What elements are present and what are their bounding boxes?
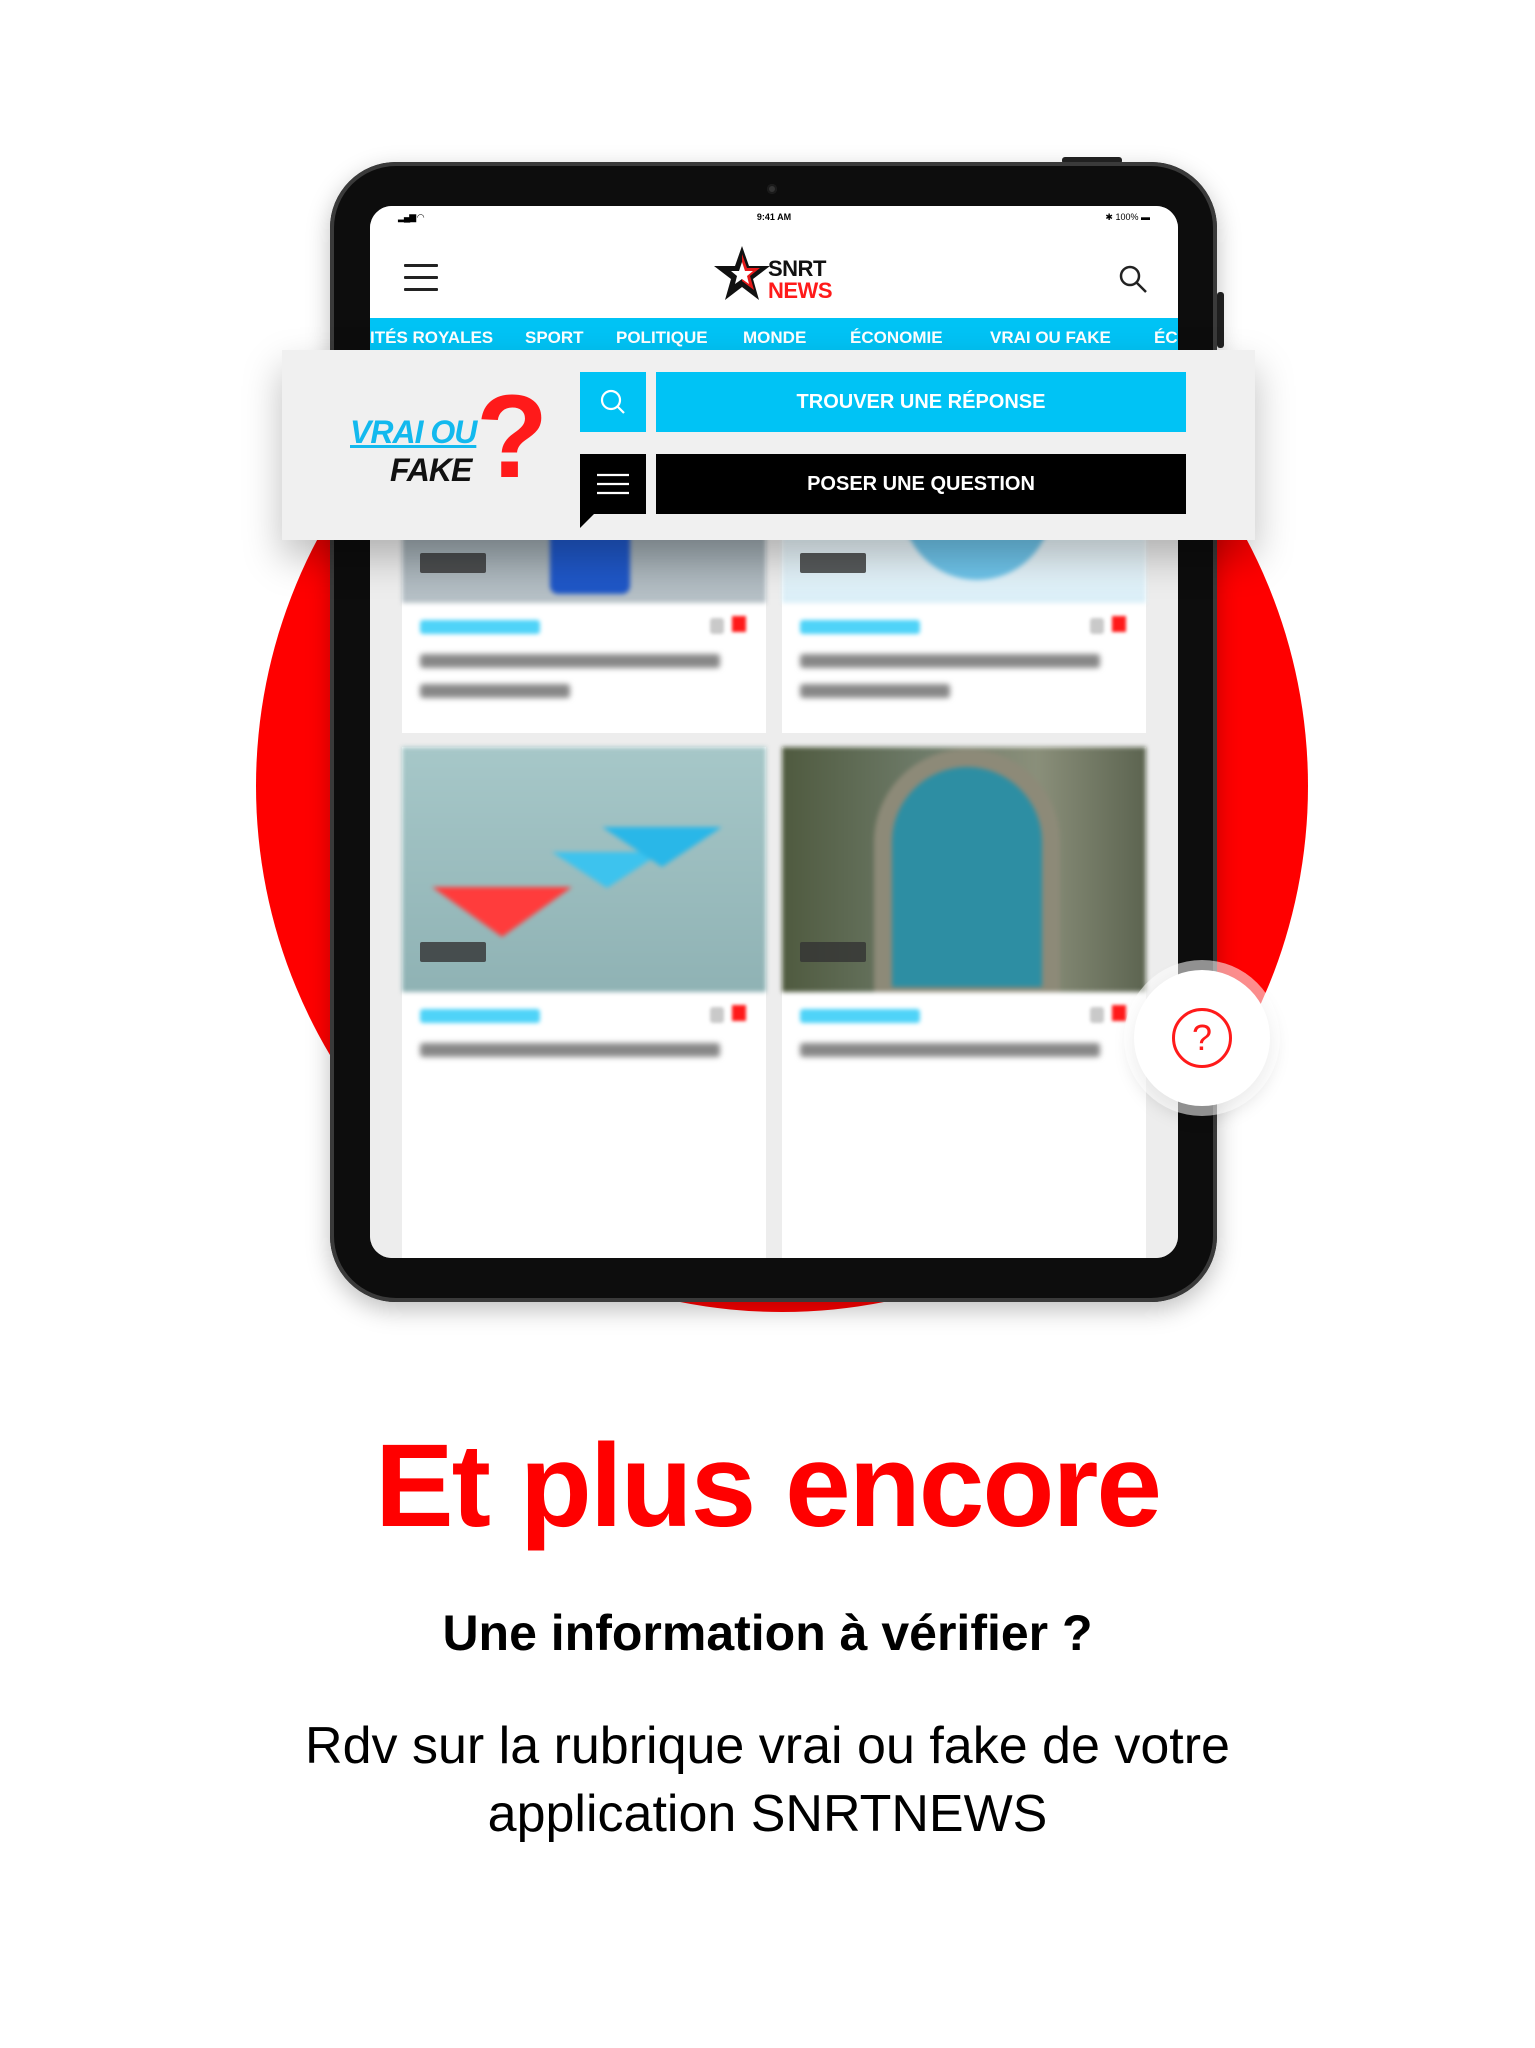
article-kicker bbox=[420, 620, 540, 634]
duration-badge bbox=[800, 942, 866, 962]
question-mark-icon: ? bbox=[476, 371, 549, 503]
bookmark-icon[interactable] bbox=[732, 616, 746, 632]
article-title-line bbox=[800, 1043, 1100, 1057]
vrai-ou-fake-panel: VRAI OU FAKE ? TROUVER UNE RÉPONSE POSER… bbox=[282, 350, 1255, 540]
duration-badge bbox=[420, 942, 486, 962]
share-icon[interactable] bbox=[710, 1007, 724, 1023]
status-time: 9:41 AM bbox=[756, 212, 792, 222]
promo-subheadline: Une information à vérifier ? bbox=[442, 1605, 1093, 1661]
app-header: SNRT NEWS bbox=[370, 228, 1178, 318]
question-circle-icon: ? bbox=[1172, 1008, 1232, 1068]
battery-percent: 100% bbox=[1115, 212, 1139, 222]
menu-icon[interactable] bbox=[404, 264, 438, 291]
duration-badge bbox=[800, 553, 866, 573]
search-icon bbox=[600, 389, 625, 414]
bookmark-icon[interactable] bbox=[1112, 1005, 1126, 1021]
share-icon[interactable] bbox=[1090, 618, 1104, 634]
share-icon[interactable] bbox=[710, 618, 724, 634]
bookmark-icon[interactable] bbox=[732, 1005, 746, 1021]
logo-line1: VRAI OU bbox=[350, 414, 477, 450]
snrt-news-logo[interactable]: SNRT NEWS bbox=[710, 238, 850, 308]
battery-indicator: ✱ 100% ▬ bbox=[1105, 212, 1150, 222]
duration-badge bbox=[420, 553, 486, 573]
article-title-line bbox=[800, 654, 1100, 668]
article-title-line bbox=[800, 684, 950, 698]
brand-line1: SNRT bbox=[768, 256, 826, 281]
promo-body: Rdv sur la rubrique vrai ou fake de votr… bbox=[305, 1717, 1230, 1843]
ask-question-icon-button[interactable] bbox=[580, 454, 646, 528]
star-logo-icon bbox=[714, 246, 770, 300]
article-title-line bbox=[420, 654, 720, 668]
tablet-side-button bbox=[1217, 292, 1224, 348]
article-kicker bbox=[800, 1009, 920, 1023]
search-icon[interactable] bbox=[1118, 264, 1148, 294]
article-card[interactable] bbox=[782, 747, 1146, 1258]
article-kicker bbox=[800, 620, 920, 634]
ask-question-button[interactable]: POSER UNE QUESTION bbox=[656, 454, 1186, 514]
tablet-device: ▂▄▆ ◠ 9:41 AM ✱ 100% ▬ SNRT NEWS ITÉS RO… bbox=[330, 162, 1217, 1302]
logo-line2: FAKE bbox=[390, 452, 472, 488]
article-title-line bbox=[420, 684, 570, 698]
article-title-line bbox=[420, 1043, 720, 1057]
menu-lines-icon bbox=[597, 473, 629, 495]
article-card[interactable] bbox=[402, 747, 766, 1258]
article-kicker bbox=[420, 1009, 540, 1023]
tablet-camera bbox=[767, 184, 777, 194]
promo-headline: Et plus encore bbox=[374, 1420, 1162, 1552]
find-answer-button[interactable]: TROUVER UNE RÉPONSE bbox=[656, 372, 1186, 432]
status-bar: ▂▄▆ ◠ 9:41 AM ✱ 100% ▬ bbox=[370, 206, 1178, 228]
vrai-ou-fake-logo: VRAI OU FAKE ? bbox=[350, 378, 548, 509]
bookmark-icon[interactable] bbox=[1112, 616, 1126, 632]
brand-line2: NEWS bbox=[768, 278, 833, 303]
find-answer-icon-button[interactable] bbox=[580, 372, 646, 432]
share-icon[interactable] bbox=[1090, 1007, 1104, 1023]
help-fab-button[interactable]: ? bbox=[1134, 970, 1270, 1106]
